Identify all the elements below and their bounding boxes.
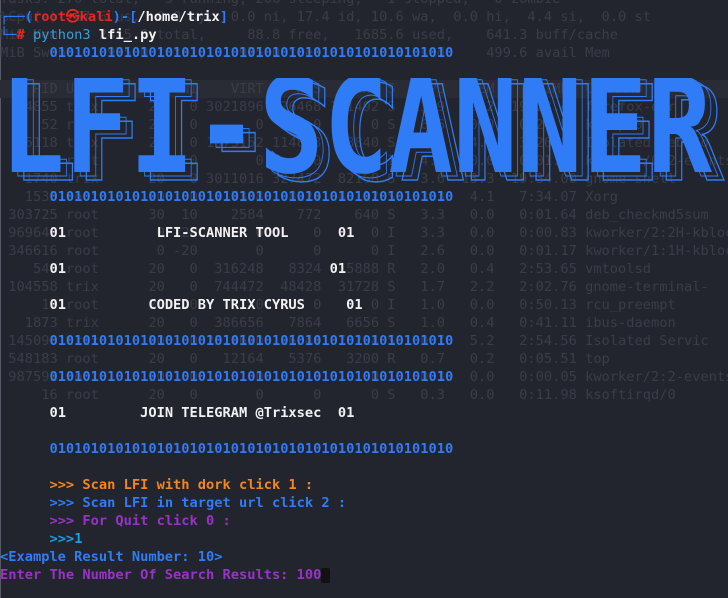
menu-input-value: 1 <box>74 531 83 547</box>
binary-line: 0101010101010101010101010101010101010101… <box>49 441 454 457</box>
telegram-line: 01 JOIN TELEGRAM @Trixsec 01 <box>49 405 355 421</box>
prompt-corner: └─ <box>0 27 17 43</box>
terminal-output: ┌──(root㉿kali)-[/home/trix] └─# python3 … <box>0 0 728 584</box>
coded-by-line: 01 CODED BY TRIX CYRUS 01 <box>49 297 363 313</box>
menu-option-dork: >>> Scan LFI with dork click 1 : <box>49 477 314 493</box>
prompt-line-2: └─# python3 lfi_.py <box>0 26 728 44</box>
command-arg: lfi_.py <box>98 27 157 43</box>
prompt-hash: # <box>16 27 25 43</box>
results-prompt: Enter The Number Of Search Results: <box>0 567 297 583</box>
prompt-mid: )-[ <box>112 9 138 25</box>
command-name: python3 <box>32 27 91 43</box>
menu-option-quit: >>> For Quit click 0 : <box>49 513 231 529</box>
binary-line: 0101010101010101010101010101010101010101… <box>49 333 454 349</box>
tool-name-line: 01 LFI-SCANNER TOOL 01 <box>49 225 355 241</box>
menu-input-prompt: >>> <box>49 531 75 547</box>
prompt-open: ┌──( <box>0 9 33 25</box>
prompt-cwd: /home/trix <box>137 9 220 25</box>
prompt-user-host: root㉿kali <box>32 9 113 25</box>
terminal-cursor <box>321 567 331 583</box>
example-hint: <Example Result Number: 10> <box>0 549 223 565</box>
binary-line: 0101010101010101010101010101010101010101… <box>49 189 454 205</box>
menu-option-target-url: >>> Scan LFI in target url click 2 : <box>49 495 347 511</box>
prompt-close: ] <box>219 9 228 25</box>
prompt-line-1: ┌──(root㉿kali)-[/home/trix] <box>0 8 728 26</box>
results-input[interactable]: 100 <box>297 567 322 583</box>
binary-line: 0101010101010101010101010101010101010101… <box>49 45 454 61</box>
binary-line: 0101010101010101010101010101010101010101… <box>49 369 454 385</box>
empty-banner-line: 01 01 <box>49 261 347 277</box>
